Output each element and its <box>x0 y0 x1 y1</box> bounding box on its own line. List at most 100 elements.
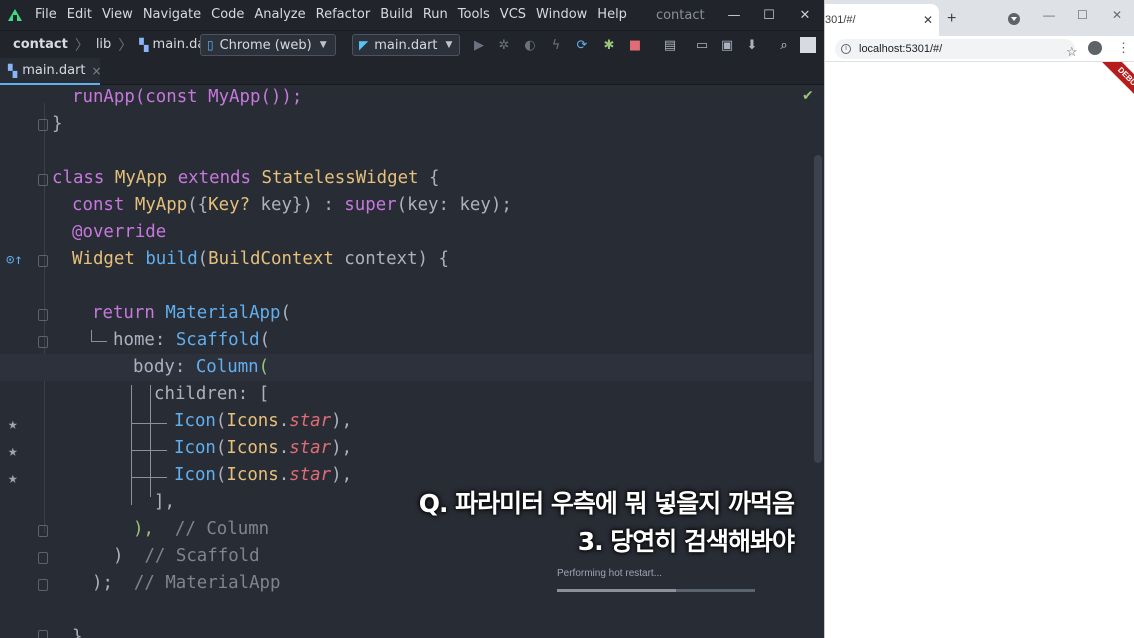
browser-tab-title: 301/#/ <box>825 14 856 26</box>
fold-marker-icon[interactable] <box>38 552 48 564</box>
star-icon-preview: ★ <box>8 414 18 433</box>
menu-help[interactable]: Help <box>592 0 632 30</box>
breadcrumb-project[interactable]: contact <box>13 37 68 52</box>
browser-window: 301/#/ ✕ + — ☐ ✕ i localhost:5301/#/ ☆ ⋮… <box>824 0 1134 638</box>
browser-maximize-button[interactable]: ☐ <box>1077 8 1088 22</box>
code-token: } <box>72 627 83 638</box>
dart-file-icon: ▚ <box>8 63 18 78</box>
fold-marker-icon[interactable] <box>38 630 48 638</box>
device-manager-icon[interactable]: ▣ <box>719 37 735 53</box>
code-token: children: [ <box>154 384 270 404</box>
code-line: } <box>52 111 62 138</box>
menu-edit[interactable]: Edit <box>62 0 97 30</box>
menu-view[interactable]: View <box>97 0 138 30</box>
code-line: runApp(const MyApp()); <box>72 84 302 111</box>
fold-marker-icon[interactable] <box>38 309 48 321</box>
close-tab-icon[interactable]: × <box>92 64 102 78</box>
menu-tools[interactable]: Tools <box>453 0 495 30</box>
menu-run[interactable]: Run <box>418 0 453 30</box>
editor-scrollbar[interactable] <box>814 155 822 463</box>
search-icon[interactable]: ⌕ <box>776 37 792 53</box>
maximize-button[interactable]: ☐ <box>751 0 787 30</box>
code-token: ) <box>113 546 124 566</box>
close-tab-icon[interactable]: ✕ <box>923 13 933 27</box>
browser-tab[interactable]: 301/#/ ✕ <box>825 4 939 36</box>
attach-debugger-icon[interactable]: ✱ <box>601 37 617 53</box>
fold-marker-icon[interactable] <box>38 119 48 131</box>
code-token: context) { <box>333 249 449 269</box>
code-token: ], <box>154 492 175 512</box>
menu-refactor[interactable]: Refactor <box>311 0 376 30</box>
browser-menu-icon[interactable]: ⋮ <box>1117 40 1130 56</box>
code-comment: // Scaffold <box>144 546 260 566</box>
caption-line-2: 3. 당연히 검색해봐야 <box>577 527 795 556</box>
code-token: ( <box>197 249 209 269</box>
fold-marker-icon[interactable] <box>38 336 48 348</box>
menu-navigate[interactable]: Navigate <box>138 0 206 30</box>
code-token: Icon <box>174 465 216 485</box>
hot-restart-icon[interactable]: ⟳ <box>574 37 590 53</box>
code-line: } <box>72 624 82 638</box>
debug-icon[interactable]: ✲ <box>496 37 512 53</box>
code-line: Icon(Icons.star), <box>174 438 353 458</box>
menu-code[interactable]: Code <box>206 0 249 30</box>
fold-marker-icon[interactable] <box>38 525 48 537</box>
menu-window[interactable]: Window <box>531 0 592 30</box>
terminal-icon[interactable]: ▭ <box>694 37 710 53</box>
fold-marker-icon[interactable] <box>38 174 48 186</box>
tab-label: main.dart <box>22 63 86 78</box>
code-token: star <box>289 411 332 431</box>
override-marker-icon[interactable]: ⊙↑ <box>6 252 23 268</box>
menu-file[interactable]: File <box>30 0 62 30</box>
scope-guide <box>131 423 167 424</box>
device-selector-label: Chrome (web) <box>219 37 312 53</box>
menu-vcs[interactable]: VCS <box>495 0 531 30</box>
breadcrumb-lib[interactable]: lib <box>96 37 111 52</box>
fold-marker-icon[interactable] <box>38 579 48 591</box>
account-icon[interactable] <box>800 37 816 53</box>
code-line: home: Scaffold( <box>113 327 270 354</box>
address-bar[interactable]: i localhost:5301/#/ ☆ <box>835 39 1078 60</box>
run-icon[interactable]: ▶ <box>471 37 487 53</box>
code-token: Icon <box>174 411 216 431</box>
code-token: { <box>418 168 440 188</box>
code-token: ( <box>280 303 291 323</box>
profile-avatar-icon[interactable] <box>1088 41 1102 55</box>
minimize-button[interactable]: — <box>716 0 752 30</box>
browser-tab-strip: 301/#/ ✕ + — ☐ ✕ <box>825 0 1134 36</box>
browser-minimize-button[interactable]: — <box>1043 8 1055 22</box>
code-token: Icons <box>226 438 279 458</box>
flutter-app-viewport[interactable]: DEBUG <box>825 62 1134 638</box>
code-token: extends <box>177 168 251 188</box>
code-token: Widget <box>72 249 135 269</box>
tab-search-icon[interactable] <box>1008 13 1020 25</box>
no-problems-check-icon[interactable]: ✔ <box>802 88 814 104</box>
run-config-selector[interactable]: ◤ main.dart ▼ <box>352 34 460 56</box>
stop-icon[interactable]: ■ <box>627 37 643 53</box>
code-token: @override <box>72 222 167 242</box>
code-line: const MyApp({Key? key}) : super(key: key… <box>72 192 512 219</box>
code-line: Widget build(BuildContext context) { <box>72 246 449 273</box>
hot-reload-icon[interactable]: ϟ <box>548 37 564 53</box>
code-line: Icon(Icons.star), <box>174 411 353 431</box>
project-structure-icon[interactable]: ▤ <box>662 37 678 53</box>
chevron-right-icon: 〉 <box>118 37 133 54</box>
chevron-down-icon: ▼ <box>319 40 327 50</box>
tab-main-dart[interactable]: ▚ main.dart × <box>0 58 102 85</box>
bookmark-star-icon[interactable]: ☆ <box>1066 44 1078 60</box>
breadcrumb: contact 〉 lib 〉 ▚ main.dart <box>0 35 216 55</box>
coverage-icon[interactable]: ◐ <box>522 37 538 53</box>
menu-build[interactable]: Build <box>375 0 418 30</box>
menu-analyze[interactable]: Analyze <box>249 0 310 30</box>
sdk-manager-icon[interactable]: ⬇ <box>744 37 760 53</box>
code-line: @override <box>72 219 166 246</box>
close-button[interactable]: ✕ <box>787 0 823 30</box>
device-selector[interactable]: ▯ Chrome (web) ▼ <box>200 34 336 56</box>
code-token: MyApp <box>134 195 188 215</box>
code-token: build <box>145 249 198 269</box>
browser-close-button[interactable]: ✕ <box>1112 8 1122 22</box>
fold-marker-icon[interactable] <box>38 255 48 267</box>
project-title: contact <box>655 7 705 23</box>
new-tab-button[interactable]: + <box>947 10 956 28</box>
site-info-icon[interactable]: i <box>841 44 851 54</box>
